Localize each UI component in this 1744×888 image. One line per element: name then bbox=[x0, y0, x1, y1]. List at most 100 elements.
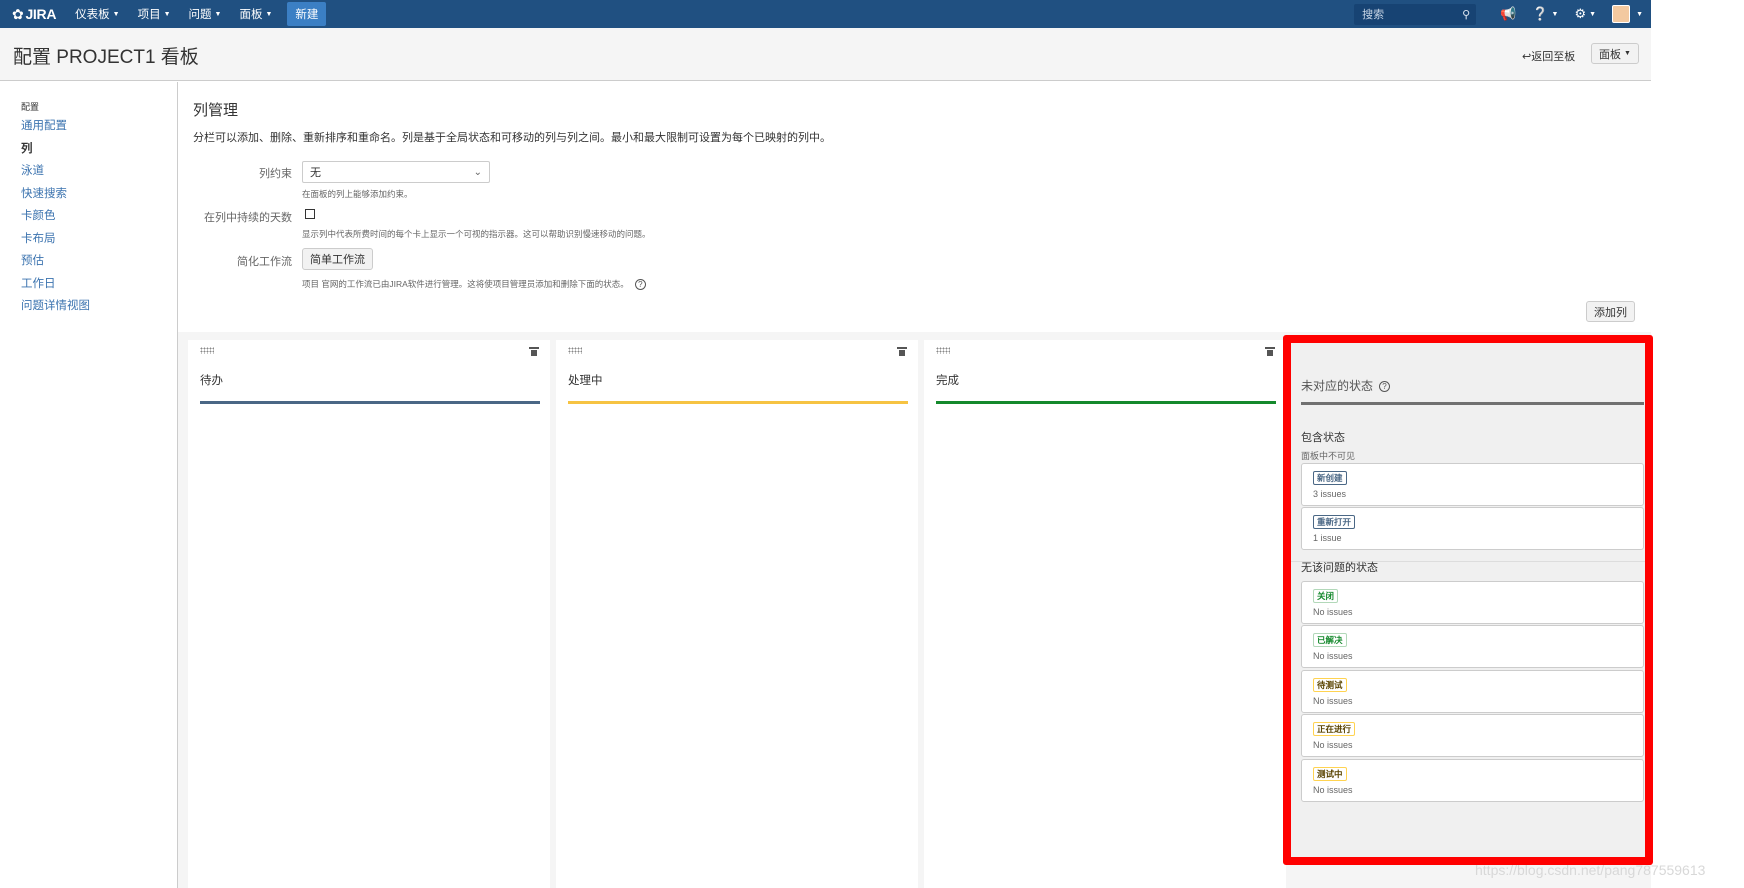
status-lozenge: 重新打开 bbox=[1313, 515, 1356, 529]
question-circle-icon[interactable]: ? bbox=[1379, 381, 1391, 393]
search-input[interactable]: 搜索 ⚲ bbox=[1354, 3, 1477, 25]
chevron-down-icon: ▼ bbox=[214, 10, 222, 18]
column-name[interactable]: 待办 bbox=[200, 372, 223, 388]
search-icon: ⚲ bbox=[1462, 8, 1471, 21]
jira-logo-icon: ✿ bbox=[12, 5, 24, 22]
nav-projects[interactable]: 项目 ▼ bbox=[129, 0, 180, 28]
status-card-new[interactable]: 新创建 3 issues bbox=[1301, 463, 1644, 506]
issue-count: No issues bbox=[1313, 651, 1353, 661]
sidebar-item-working-days[interactable]: 工作日 bbox=[21, 276, 90, 299]
app: ✿ JIRA 仪表板 ▼ 项目 ▼ 问题 ▼ 面板 ▼ 新建 搜索 ⚲ 📢 ❔ ▼ ⚙ ▼ … bbox=[0, 0, 1744, 888]
unmapped-status-bar bbox=[1301, 402, 1644, 405]
user-menu[interactable]: ▼ bbox=[1604, 5, 1651, 23]
chevron-down-icon: ▼ bbox=[1589, 10, 1597, 18]
status-card-closed[interactable]: 关闭 No issues bbox=[1301, 581, 1644, 624]
avatar bbox=[1612, 5, 1631, 23]
status-card-reopened[interactable]: 重新打开 1 issue bbox=[1301, 507, 1644, 550]
status-card-resolved[interactable]: 已解决 No issues bbox=[1301, 625, 1644, 668]
issue-count: 3 issues bbox=[1313, 489, 1347, 499]
status-card-to-test[interactable]: 待测试 No issues bbox=[1301, 670, 1644, 713]
column-status-bar bbox=[568, 401, 908, 404]
section-title: 列管理 bbox=[193, 102, 239, 119]
status-lozenge: 正在进行 bbox=[1313, 722, 1356, 736]
gear-icon: ⚙ bbox=[1574, 6, 1587, 21]
board-column-todo[interactable]: 待办 bbox=[188, 340, 550, 888]
unmapped-title-row: 未对应的状态? bbox=[1301, 377, 1391, 394]
add-column-button[interactable]: 添加列 bbox=[1586, 301, 1635, 322]
statuses-with-issues-heading: 包含状态 bbox=[1301, 432, 1345, 444]
simplify-workflow-label: 简化工作流 bbox=[237, 256, 292, 268]
column-name[interactable]: 完成 bbox=[936, 372, 959, 388]
chevron-down-icon: ▼ bbox=[1624, 50, 1631, 57]
settings-menu[interactable]: ⚙ ▼ bbox=[1566, 6, 1604, 22]
issue-count: No issues bbox=[1313, 607, 1353, 617]
sidebar-nav: 通用配置 列 泳道 快速搜索 卡颜色 卡布局 预估 工作日 问题详情视图 bbox=[21, 118, 90, 321]
sidebar-item-issue-detail-view[interactable]: 问题详情视图 bbox=[21, 298, 90, 321]
board-menu-button[interactable]: 面板 ▼ bbox=[1591, 43, 1639, 64]
issue-count: No issues bbox=[1313, 696, 1353, 706]
trash-icon[interactable] bbox=[897, 347, 907, 356]
status-lozenge: 待测试 bbox=[1313, 678, 1347, 692]
nav-right: 搜索 ⚲ 📢 ❔ ▼ ⚙ ▼ ▼ bbox=[1354, 0, 1651, 28]
days-in-column-checkbox[interactable] bbox=[305, 209, 315, 219]
nav-issues[interactable]: 问题 ▼ bbox=[180, 0, 231, 28]
statuses-with-issues-note: 面板中不可见 bbox=[1301, 451, 1356, 461]
trash-icon[interactable] bbox=[529, 347, 539, 356]
create-button[interactable]: 新建 bbox=[287, 2, 327, 26]
column-constraint-select[interactable]: 无 ⌄ bbox=[302, 161, 490, 183]
notifications-megaphone-icon[interactable]: 📢 bbox=[1492, 6, 1524, 22]
nav-dashboards-label: 仪表板 bbox=[75, 9, 110, 21]
help-icon: ❔ bbox=[1532, 6, 1549, 21]
chevron-down-icon: ▼ bbox=[265, 10, 273, 18]
back-arrow-icon: ↩ bbox=[1522, 51, 1532, 63]
unmapped-statuses-panel: 未对应的状态? 包含状态 面板中不可见 新创建 3 issues 重新打开 1 … bbox=[1283, 335, 1653, 865]
sidebar-heading: 配置 bbox=[21, 102, 40, 112]
column-constraint-hint: 在面板的列上能够添加约束。 bbox=[302, 189, 413, 199]
sidebar-item-estimation[interactable]: 预估 bbox=[21, 253, 90, 276]
sidebar-item-columns[interactable]: 列 bbox=[21, 141, 90, 164]
issue-count: No issues bbox=[1313, 740, 1353, 750]
chevron-down-icon: ⌄ bbox=[473, 166, 482, 178]
sidebar-item-quick-filters[interactable]: 快速搜索 bbox=[21, 186, 90, 209]
drag-handle-icon[interactable] bbox=[936, 347, 950, 354]
drag-handle-icon[interactable] bbox=[568, 347, 582, 354]
chevron-down-icon: ▼ bbox=[1551, 10, 1559, 18]
status-lozenge: 已解决 bbox=[1313, 633, 1347, 647]
board-column-in-progress[interactable]: 处理中 bbox=[556, 340, 918, 888]
jira-logo[interactable]: ✿ JIRA bbox=[0, 6, 66, 23]
search-placeholder: 搜索 bbox=[1362, 9, 1385, 21]
nav-projects-label: 项目 bbox=[137, 9, 161, 21]
column-status-bar bbox=[936, 401, 1276, 404]
column-constraint-value: 无 bbox=[310, 167, 321, 179]
days-in-column-hint: 显示列中代表所费时间的每个卡上显示一个可视的指示器。这可以帮助识别慢速移动的问题… bbox=[302, 229, 651, 239]
sidebar-item-swimlanes[interactable]: 泳道 bbox=[21, 163, 90, 186]
status-card-testing[interactable]: 测试中 No issues bbox=[1301, 759, 1644, 802]
section-description: 分栏可以添加、删除、重新排序和重命名。列是基于全局状态和可移动的列与列之间。最小… bbox=[193, 132, 831, 144]
chevron-down-icon: ▼ bbox=[163, 10, 171, 18]
status-lozenge: 测试中 bbox=[1313, 767, 1347, 781]
board-column-done[interactable]: 完成 bbox=[924, 340, 1286, 888]
back-to-board-link[interactable]: ↩返回至板 bbox=[1522, 48, 1575, 64]
status-lozenge: 关闭 bbox=[1313, 589, 1339, 603]
question-circle-icon[interactable]: ? bbox=[634, 279, 646, 291]
issue-count: No issues bbox=[1313, 785, 1353, 795]
nav-dashboards[interactable]: 仪表板 ▼ bbox=[66, 0, 128, 28]
nav-boards-label: 面板 bbox=[239, 9, 263, 21]
status-lozenge: 新创建 bbox=[1313, 471, 1347, 485]
column-name[interactable]: 处理中 bbox=[568, 372, 603, 388]
trash-icon[interactable] bbox=[1265, 347, 1275, 356]
simplify-workflow-hint: 项目 官网的工作流已由JIRA软件进行管理。这将使项目管理员添加和删除下面的状态… bbox=[302, 279, 629, 289]
drag-handle-icon[interactable] bbox=[200, 347, 214, 354]
help-menu[interactable]: ❔ ▼ bbox=[1524, 6, 1566, 22]
simplify-workflow-button[interactable]: 简单工作流 bbox=[302, 248, 373, 270]
statuses-no-issues-heading: 无该问题的状态 bbox=[1301, 562, 1378, 574]
chevron-down-icon: ▼ bbox=[1636, 10, 1643, 18]
sidebar-item-general[interactable]: 通用配置 bbox=[21, 118, 90, 141]
sidebar-item-card-colors[interactable]: 卡颜色 bbox=[21, 208, 90, 231]
back-to-board-label: 返回至板 bbox=[1531, 51, 1576, 63]
jira-logo-text: JIRA bbox=[25, 6, 57, 22]
nav-boards[interactable]: 面板 ▼ bbox=[230, 0, 281, 28]
column-status-bar bbox=[200, 401, 540, 404]
sidebar-item-card-layout[interactable]: 卡布局 bbox=[21, 231, 90, 254]
status-card-in-progress[interactable]: 正在进行 No issues bbox=[1301, 714, 1644, 757]
